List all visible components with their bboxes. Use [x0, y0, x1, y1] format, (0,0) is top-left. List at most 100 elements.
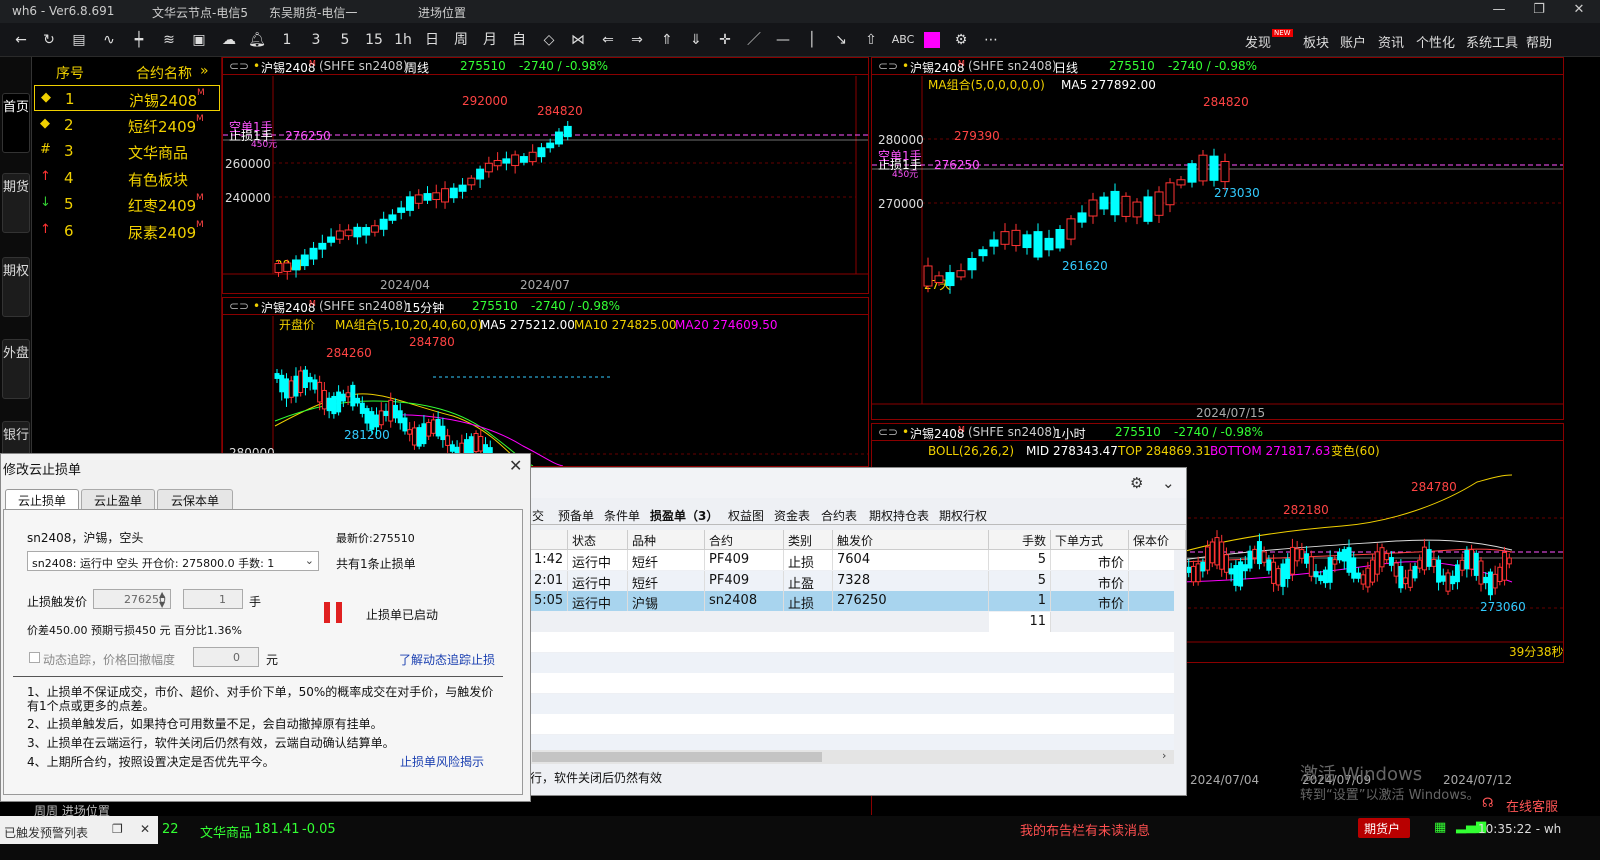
daily-period[interactable]: 日线: [1054, 59, 1078, 76]
period-month[interactable]: 月: [479, 31, 501, 49]
period-1m[interactable]: 1: [276, 31, 298, 49]
broker-server[interactable]: 东吴期货-电信一: [269, 4, 357, 21]
tab-funds[interactable]: 资金表: [774, 507, 810, 524]
column-header[interactable]: 保本价: [1129, 530, 1186, 550]
kline-icon[interactable]: ┿: [128, 31, 150, 49]
text-tool-icon[interactable]: ABC: [890, 31, 916, 49]
vline-icon[interactable]: │: [801, 31, 823, 49]
period-week[interactable]: 周: [450, 31, 472, 49]
weekly-period[interactable]: 周线: [405, 59, 429, 76]
draw-line-icon[interactable]: ／: [743, 31, 765, 49]
watchlist-row[interactable]: ◆ 1 沪锡2408 M: [34, 85, 220, 111]
line-chart-icon[interactable]: ∿: [98, 31, 120, 49]
weekly-chart-panel[interactable]: ⊂⊃ • 沪锡2408 M (SHFE sn2408) 周线 275510 -2…: [222, 57, 869, 294]
tab-pre-order[interactable]: 预备单: [558, 507, 594, 524]
minimize-icon[interactable]: —: [1484, 2, 1514, 21]
right-icon[interactable]: ⇒: [626, 31, 648, 49]
m15-period[interactable]: 15分钟: [405, 299, 444, 316]
up-icon[interactable]: ⇑: [656, 31, 678, 49]
column-header[interactable]: 合约: [705, 530, 784, 550]
table-row[interactable]: 1:42 运行中 短纤 PF409 止损 7604 5 市价: [530, 550, 1174, 571]
triggered-alerts-panel[interactable]: 已触发预警列表 ❐ ✕: [0, 816, 158, 844]
m15-ma-label[interactable]: MA组合(5,10,20,40,60,0): [335, 317, 482, 332]
column-header[interactable]: 品种: [628, 530, 705, 550]
menu-news[interactable]: 资讯: [1378, 32, 1404, 51]
period-5m[interactable]: 5: [334, 31, 356, 49]
more-icon[interactable]: ⋯: [980, 31, 1002, 49]
arrow-icon[interactable]: ↘: [830, 31, 852, 49]
online-service-link[interactable]: 在线客服: [1506, 796, 1558, 815]
refresh-icon[interactable]: ↻: [38, 31, 60, 49]
m15-chart-panel[interactable]: ⊂⊃ • 沪锡2408 M (SHFE sn2408) 15分钟 275510 …: [222, 297, 869, 467]
scroll-right-icon[interactable]: ›: [1162, 749, 1166, 762]
pause-icon-bar2[interactable]: [336, 602, 342, 623]
h1-boll-label[interactable]: BOLL(26,26,2): [928, 444, 1014, 458]
bell-icon[interactable]: 🔔︎: [246, 31, 268, 49]
daily-kline-chart[interactable]: MA组合(5,0,0,0,0,0) MA5 277892.00 空单1手 止损1…: [872, 76, 1563, 419]
column-header[interactable]: 类别: [784, 530, 833, 550]
crosshair-icon[interactable]: ✛: [714, 31, 736, 49]
zoom-in-icon[interactable]: ◇: [538, 31, 560, 49]
column-header[interactable]: 状态: [568, 530, 628, 550]
table-row[interactable]: 2:01 运行中 短纤 PF409 止盈 7328 5 市价: [530, 570, 1174, 592]
horizontal-scrollbar[interactable]: ›: [522, 749, 1174, 764]
bulletin-message[interactable]: 我的布告栏有未读消息: [1020, 820, 1150, 839]
gear-icon[interactable]: ⚙: [1130, 474, 1143, 492]
settings-icon[interactable]: ⚙: [950, 31, 972, 49]
more-columns-icon[interactable]: »: [200, 63, 209, 79]
link-icon[interactable]: ⊂⊃: [878, 59, 898, 73]
server-node[interactable]: 文华云节点-电信5: [152, 4, 248, 21]
menu-discover[interactable]: 发现: [1245, 32, 1271, 51]
tab-home[interactable]: 首页: [2, 93, 30, 153]
tab-option-exercise[interactable]: 期权行权: [939, 507, 987, 524]
link-icon[interactable]: ⊂⊃: [878, 425, 898, 439]
weekly-kline-chart[interactable]: 空单1手 止损1手 276250 450元 260000 240000 2024…: [223, 76, 868, 293]
watchlist-row[interactable]: ↓ 5 红枣2409 M: [34, 191, 220, 217]
daily-ma-label[interactable]: MA组合(5,0,0,0,0,0): [928, 77, 1045, 92]
tab-options[interactable]: 期权: [2, 257, 30, 317]
quantity-input[interactable]: 1: [183, 589, 243, 609]
tab-condition[interactable]: 条件单: [604, 507, 640, 524]
position-select[interactable]: sn2408: 运行中 空头 开仓价: 275800.0 手数: 1 ⌄: [27, 551, 319, 571]
period-15m[interactable]: 15: [363, 31, 385, 49]
daily-chart-panel[interactable]: ⊂⊃ • 沪锡2408 M (SHFE sn2408) 日线 275510 -2…: [871, 57, 1564, 420]
h1-period[interactable]: 1小时: [1054, 425, 1086, 442]
dialog-tab-stop-loss[interactable]: 云止损单: [5, 489, 79, 509]
period-day[interactable]: 日: [421, 31, 443, 49]
bottom-tabs[interactable]: 周周 进场位置: [34, 802, 110, 819]
tab-option-positions[interactable]: 期权持仓表: [869, 507, 929, 524]
link-icon[interactable]: ⊂⊃: [229, 59, 249, 73]
restore-icon[interactable]: ❐: [1524, 2, 1554, 21]
dialog-tab-breakeven[interactable]: 云保本单: [157, 489, 233, 509]
stepper-up-icon[interactable]: ▲: [159, 590, 165, 599]
tab-trade[interactable]: 交: [532, 507, 544, 524]
link-icon[interactable]: ⊂⊃: [229, 299, 249, 313]
close-icon[interactable]: ✕: [140, 822, 150, 836]
tab-stop-profit[interactable]: 损盈单（3）: [650, 507, 718, 524]
period-1h[interactable]: 1h: [392, 31, 414, 49]
table-row[interactable]: 5:05 运行中 沪锡 sn2408 止损 276250 1 市价: [530, 591, 1174, 612]
learn-trailing-link[interactable]: 了解动态追踪止损: [399, 651, 495, 668]
column-header[interactable]: 下单方式: [1051, 530, 1129, 550]
m15-open-label[interactable]: 开盘价: [279, 317, 315, 332]
m15-kline-chart[interactable]: 开盘价 MA组合(5,10,20,40,60,0) MA5 275212.00 …: [223, 316, 868, 466]
menu-sectors[interactable]: 板块: [1303, 32, 1329, 51]
close-icon[interactable]: ✕: [1564, 2, 1594, 21]
watchlist-row[interactable]: ↑ 6 尿素2409 M: [34, 218, 220, 244]
back-icon[interactable]: ←: [10, 31, 32, 49]
zoom-out-icon[interactable]: ⋈: [567, 31, 589, 49]
risk-disclosure-link[interactable]: 止损单风险揭示: [400, 753, 484, 770]
custom-period-icon[interactable]: 自: [508, 31, 530, 49]
dialog-close-icon[interactable]: ✕: [509, 456, 522, 475]
tab-foreign[interactable]: 外盘: [2, 339, 30, 399]
menu-personalize[interactable]: 个性化: [1416, 32, 1455, 51]
account-badge[interactable]: 期货户: [1358, 818, 1410, 838]
down-icon[interactable]: ⇓: [685, 31, 707, 49]
trailing-checkbox[interactable]: [29, 652, 40, 663]
watchlist-row[interactable]: ◆ 2 短纤2409 M: [34, 112, 220, 138]
grid-icon[interactable]: ▦: [1434, 820, 1446, 835]
mark-up-icon[interactable]: ⇧: [860, 31, 882, 49]
chevron-down-icon[interactable]: ⌄: [1162, 474, 1175, 492]
panel-icon[interactable]: ▣: [188, 31, 210, 49]
stepper-down-icon[interactable]: ▼: [159, 600, 165, 609]
